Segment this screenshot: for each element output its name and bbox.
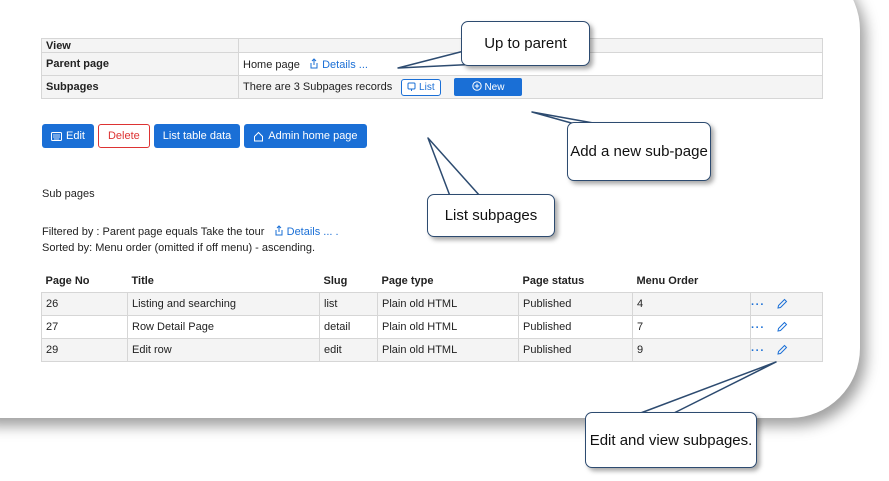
pointer-edit-view bbox=[637, 361, 777, 415]
pointer-list-subpages bbox=[427, 137, 481, 197]
callout-edit-view-subpages: Edit and view subpages. bbox=[585, 412, 757, 468]
callout-add-new-subpage: Add a new sub-page bbox=[567, 122, 711, 181]
callout-pointers bbox=[397, 49, 777, 415]
callout-list-subpages: List subpages bbox=[427, 194, 555, 237]
callout-up-to-parent: Up to parent bbox=[461, 21, 590, 66]
